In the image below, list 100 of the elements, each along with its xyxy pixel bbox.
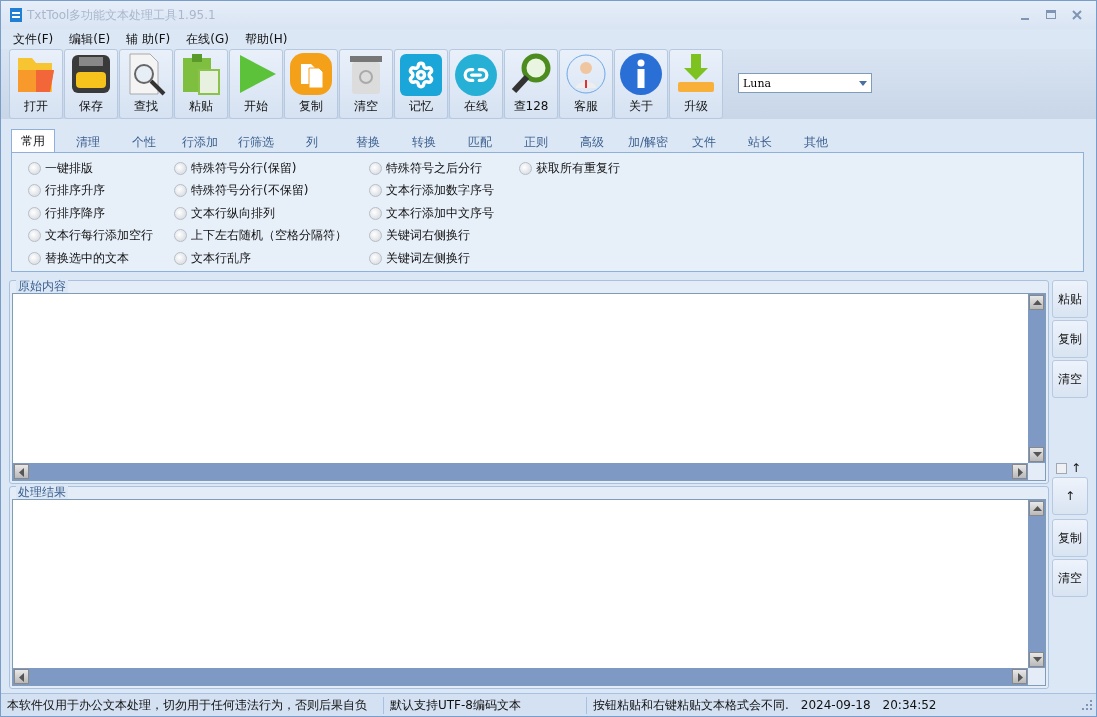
tab[interactable]: 匹配 [455, 132, 505, 152]
radio-button[interactable] [174, 184, 187, 198]
close-icon [1072, 10, 1082, 20]
side-button[interactable]: 复制 [1052, 320, 1088, 358]
toolbar-button[interactable]: 开始 [229, 49, 283, 119]
theme-dropdown[interactable]: Luna [738, 73, 872, 93]
option-label[interactable]: 行排序升序 [45, 182, 105, 200]
menu-item[interactable]: 文件(F) [5, 30, 62, 48]
radio-button[interactable] [28, 184, 41, 198]
side-button[interactable]: 粘贴 [1052, 280, 1088, 318]
menu-item[interactable]: 辅 助(F) [118, 30, 179, 48]
toolbar-button[interactable]: 查找 [119, 49, 173, 119]
option-label[interactable]: 关键词右侧换行 [386, 227, 470, 245]
side-button[interactable]: 清空 [1052, 360, 1088, 398]
toolbar-button[interactable]: 打开 [9, 49, 63, 119]
tab[interactable]: 替换 [343, 132, 393, 152]
radio-button[interactable] [174, 229, 187, 243]
radio-button[interactable] [28, 206, 41, 220]
toolbar-button[interactable]: 客服 [559, 49, 613, 119]
radio-button[interactable] [369, 229, 382, 243]
status-text: 按钮粘贴和右键粘贴文本格式会不同. [592, 696, 790, 714]
checkbox[interactable] [1056, 462, 1067, 474]
group-title: 原始内容 [16, 279, 68, 293]
triangle-arrow-icon [16, 465, 27, 477]
radio-button[interactable] [28, 161, 41, 175]
tab[interactable]: 列 [287, 132, 337, 152]
option-label[interactable]: 特殊符号之后分行 [386, 159, 482, 177]
tab[interactable]: 常用 [11, 129, 55, 152]
toolbar-button[interactable]: 升级 [669, 49, 723, 119]
magnifier-icon [509, 52, 553, 96]
status-text: 2024-09-18 [799, 698, 872, 712]
radio-button[interactable] [28, 229, 41, 243]
side-button[interactable]: 清空 [1052, 559, 1088, 597]
option-label[interactable]: 文本行每行添加空行 [45, 227, 153, 245]
group-title: 处理结果 [16, 484, 68, 499]
toolbar-button[interactable]: 保存 [64, 49, 118, 119]
tab[interactable]: 转换 [399, 132, 449, 152]
option-label[interactable]: 文本行乱序 [191, 249, 251, 267]
tab[interactable]: 正则 [511, 132, 561, 152]
option-label[interactable]: 文本行纵向排列 [191, 204, 275, 222]
menu-item[interactable]: 帮助(H) [237, 30, 296, 48]
status-text: 本软件仅用于办公文本处理，切勿用于任何违法行为，否则后果自负 [1, 696, 384, 714]
option-label[interactable]: 替换选中的文本 [45, 249, 129, 267]
vertical-scrollbar[interactable] [1028, 294, 1045, 463]
toolbar-button[interactable]: 清空 [339, 49, 393, 119]
info-icon [619, 52, 663, 96]
tab[interactable]: 加/解密 [623, 132, 673, 152]
triangle-arrow-icon [16, 671, 27, 682]
status-text: 默认支持UTF-8编码文本 [384, 696, 587, 714]
tab[interactable]: 行添加 [175, 132, 225, 152]
option-label[interactable]: 文本行添加数字序号 [386, 182, 494, 200]
option-label[interactable]: 关键词左侧换行 [386, 249, 470, 267]
toolbar-button[interactable]: 复制 [284, 49, 338, 119]
option-label[interactable]: 文本行添加中文序号 [386, 204, 494, 222]
resize-grip-icon [1082, 700, 1092, 710]
option-label[interactable]: 获取所有重复行 [536, 159, 620, 177]
radio-button[interactable] [369, 206, 382, 220]
gear-icon [400, 54, 442, 96]
toolbar-button[interactable]: 查128 [504, 49, 558, 119]
tab[interactable]: 文件 [679, 132, 729, 152]
tab[interactable]: 行筛选 [231, 132, 281, 152]
option-label[interactable]: 特殊符号分行(不保留) [191, 182, 309, 200]
app-icon [9, 7, 23, 23]
person-icon [564, 52, 608, 96]
menu-item[interactable]: 在线(G) [178, 30, 237, 48]
radio-button[interactable] [369, 161, 382, 175]
radio-button[interactable] [369, 251, 382, 265]
radio-button[interactable] [174, 161, 187, 175]
toolbar-button[interactable]: 粘贴 [174, 49, 228, 119]
option-label[interactable]: 一键排版 [45, 159, 93, 177]
checkbox-label: ↑ [1071, 461, 1082, 475]
toolbar-button[interactable]: 关于 [614, 49, 668, 119]
menu-item[interactable]: 编辑(E) [61, 30, 119, 48]
toolbar-button[interactable]: 记忆 [394, 49, 448, 119]
minimize-icon [1021, 18, 1029, 20]
link-icon [455, 54, 497, 96]
triangle-arrow-icon [1031, 297, 1042, 308]
radio-button[interactable] [174, 251, 187, 265]
status-text: 20:34:52 [881, 698, 938, 712]
copy-icon [289, 52, 333, 96]
option-label[interactable]: 行排序降序 [45, 204, 105, 222]
caret-icon [859, 80, 867, 86]
radio-button[interactable] [174, 206, 187, 220]
triangle-arrow-icon [1031, 654, 1042, 665]
radio-button[interactable] [369, 184, 382, 198]
radio-button[interactable] [519, 161, 532, 175]
tab[interactable]: 其他 [791, 132, 841, 152]
tab[interactable]: 高级 [567, 132, 617, 152]
tab[interactable]: 清理 [63, 132, 113, 152]
tab[interactable]: 站长 [735, 132, 785, 152]
maximize-icon [1046, 10, 1056, 20]
side-button[interactable]: 复制 [1052, 519, 1088, 557]
toolbar-button[interactable]: 在线 [449, 49, 503, 119]
radio-button[interactable] [28, 251, 41, 265]
option-label[interactable]: 特殊符号分行(保留) [191, 159, 297, 177]
vertical-scrollbar[interactable] [1028, 499, 1045, 668]
side-button[interactable]: ↑ [1052, 477, 1088, 515]
option-label[interactable]: 上下左右随机（空格分隔符） [191, 227, 347, 245]
horizontal-scrollbar[interactable] [13, 668, 1028, 685]
tab[interactable]: 个性 [119, 132, 169, 152]
